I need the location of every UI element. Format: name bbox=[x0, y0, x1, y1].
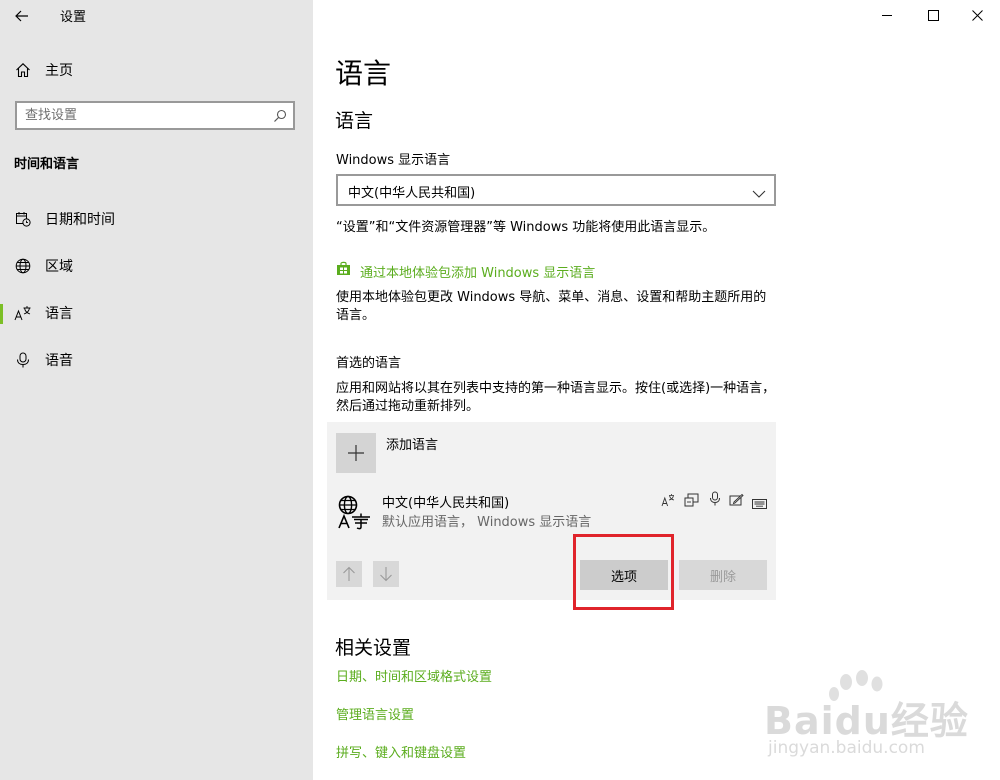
sidebar-item-date-time[interactable]: 日期和时间 bbox=[0, 201, 313, 237]
preferred-languages-title: 首选的语言 bbox=[336, 356, 402, 371]
sidebar-item-speech[interactable]: 语音 bbox=[0, 342, 313, 378]
minimize-button[interactable] bbox=[864, 0, 910, 30]
close-icon bbox=[971, 9, 983, 21]
watermark-url: jingyan.baidu.com bbox=[768, 738, 925, 758]
pack-description: 使用本地体验包更改 Windows 导航、菜单、消息、设置和帮助主题所用的语言。 bbox=[336, 290, 767, 323]
home-icon bbox=[14, 61, 32, 79]
options-button[interactable]: 选项 bbox=[580, 560, 668, 590]
search-icon[interactable] bbox=[273, 108, 287, 127]
watermark-brand: Baidu经验 bbox=[764, 699, 969, 743]
text-to-speech-icon bbox=[684, 492, 699, 511]
add-language-pack-link[interactable]: 通过本地体验包添加 Windows 显示语言 bbox=[360, 262, 595, 281]
sidebar-item-label: 主页 bbox=[45, 63, 73, 79]
keyboard-icon bbox=[752, 494, 767, 513]
microphone-icon bbox=[14, 351, 32, 369]
maximize-icon bbox=[927, 9, 939, 21]
sidebar-section-title: 时间和语言 bbox=[14, 157, 80, 172]
app-title: 设置 bbox=[60, 10, 87, 25]
sidebar-item-region[interactable]: 区域 bbox=[0, 248, 313, 284]
minimize-icon bbox=[881, 14, 892, 16]
back-button[interactable] bbox=[4, 0, 40, 32]
preferred-languages-description: 应用和网站将以其在列表中支持的第一种语言显示。按住(或选择)一种语言，然后通过拖… bbox=[336, 381, 776, 414]
speech-recognition-icon bbox=[709, 491, 721, 510]
language-globe-icon bbox=[337, 494, 373, 530]
search-box[interactable] bbox=[15, 101, 295, 130]
calendar-clock-icon bbox=[14, 210, 32, 228]
display-language-dropdown[interactable]: 中文(中华人民共和国) bbox=[336, 174, 776, 206]
arrow-down-icon bbox=[380, 567, 392, 582]
language-subtitle: 默认应用语言， Windows 显示语言 bbox=[382, 515, 592, 530]
close-button[interactable] bbox=[954, 0, 1000, 30]
language-icon bbox=[14, 304, 32, 322]
sidebar-item-label: 区域 bbox=[45, 259, 73, 275]
move-up-button[interactable] bbox=[336, 561, 362, 587]
section-title-language: 语言 bbox=[335, 110, 374, 132]
display-language-label: Windows 显示语言 bbox=[336, 153, 451, 168]
handwriting-icon bbox=[729, 492, 744, 511]
globe-icon bbox=[14, 257, 32, 275]
display-language-feature-icon bbox=[661, 492, 675, 511]
language-name[interactable]: 中文(中华人民共和国) bbox=[382, 492, 509, 511]
plus-icon bbox=[348, 445, 364, 461]
sidebar-item-label: 语言 bbox=[45, 306, 73, 322]
page-title: 语言 bbox=[335, 57, 392, 90]
add-language-button[interactable] bbox=[336, 433, 376, 473]
move-down-button[interactable] bbox=[373, 561, 399, 587]
sidebar-item-language[interactable]: 语言 bbox=[0, 295, 313, 331]
back-arrow-icon bbox=[15, 10, 28, 22]
main-content: 语言 语言 Windows 显示语言 中文(中华人民共和国) “设置”和“文件资… bbox=[313, 0, 1000, 780]
display-language-note: “设置”和“文件资源管理器”等 Windows 功能将使用此语言显示。 bbox=[336, 220, 716, 235]
arrow-up-icon bbox=[343, 566, 355, 581]
sidebar-item-home[interactable]: 主页 bbox=[0, 52, 313, 88]
sidebar-item-label: 语音 bbox=[45, 353, 73, 369]
chevron-down-icon bbox=[752, 184, 766, 203]
related-link-date-time-region[interactable]: 日期、时间和区域格式设置 bbox=[336, 666, 492, 685]
sidebar-item-label: 日期和时间 bbox=[45, 212, 115, 228]
maximize-button[interactable] bbox=[910, 0, 956, 30]
delete-button[interactable]: 删除 bbox=[679, 560, 767, 590]
sidebar: 设置 主页 时间和语言 日期和时间 bbox=[0, 0, 313, 780]
search-input[interactable] bbox=[25, 106, 265, 125]
baidu-watermark: Baidu经验 jingyan.baidu.com bbox=[758, 668, 968, 768]
add-language-label[interactable]: 添加语言 bbox=[386, 434, 438, 453]
related-link-spelling-typing-keyboard[interactable]: 拼写、键入和键盘设置 bbox=[336, 742, 466, 761]
related-link-manage-language[interactable]: 管理语言设置 bbox=[336, 704, 414, 723]
store-icon bbox=[336, 261, 352, 277]
related-settings-title: 相关设置 bbox=[335, 637, 412, 659]
dropdown-value: 中文(中华人民共和国) bbox=[348, 186, 476, 201]
